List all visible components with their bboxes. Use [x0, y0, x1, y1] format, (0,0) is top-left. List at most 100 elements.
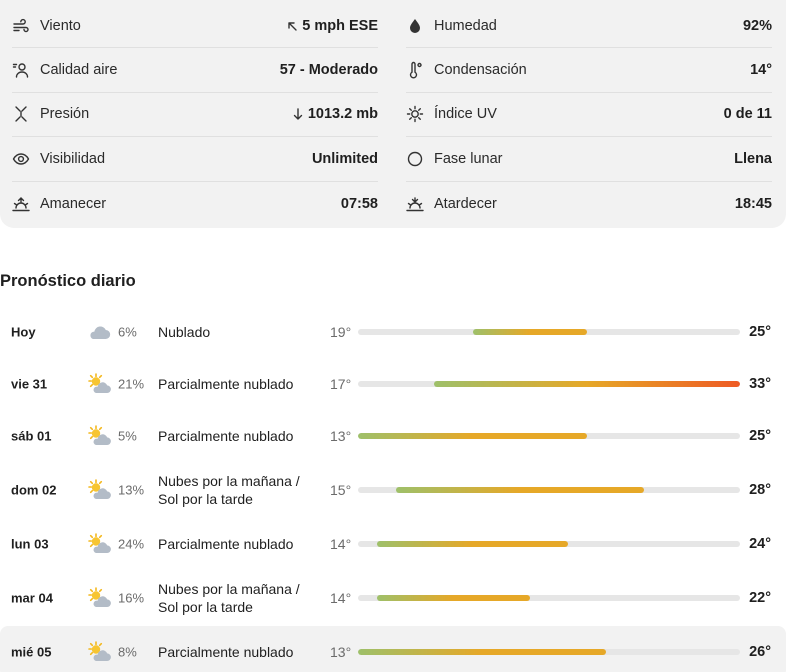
forecast-row[interactable]: dom 02 13% Nubes por la mañana / Sol por l…	[0, 462, 786, 518]
forecast-condition: Parcialmente nublado	[158, 428, 294, 444]
detail-value-text: Unlimited	[311, 150, 378, 167]
detail-row: Índice UV 0 de 11	[406, 93, 772, 138]
forecast-condition: Parcialmente nublado	[158, 644, 294, 660]
detail-value: Unlimited	[312, 151, 378, 167]
detail-value-text: 1013.2 mb	[307, 106, 378, 123]
temp-range-track	[358, 381, 740, 387]
temp-range-track	[358, 541, 740, 547]
detail-value: 57 - Moderado	[280, 62, 378, 78]
detail-label: Atardecer	[434, 195, 497, 212]
detail-value-text: 07:58	[340, 195, 378, 212]
weather-details-card: Viento 5 mph ESE Calidad aire 57 - Moderado…	[0, 0, 786, 228]
precip-probability: 8%	[118, 644, 137, 660]
detail-value: Llena	[734, 151, 772, 167]
forecast-day: sáb 01	[11, 428, 52, 444]
detail-value: 5 mph ESE	[286, 18, 378, 34]
cloud-icon	[86, 320, 112, 344]
temp-high: 24°	[749, 536, 771, 552]
arrow-up-left-icon	[286, 20, 298, 32]
forecast-day: mié 05	[11, 644, 52, 660]
forecast-condition: Nubes por la mañana / Sol por la tarde	[158, 581, 300, 615]
detail-value-text: Llena	[734, 150, 772, 167]
temp-range-track	[358, 649, 740, 655]
temp-range-track	[358, 595, 740, 601]
temp-range-bar	[377, 541, 569, 547]
temp-high: 33°	[749, 376, 771, 392]
forecast-condition: Parcialmente nublado	[158, 376, 294, 392]
partly-cloudy-icon	[86, 478, 112, 502]
eye-icon	[12, 149, 34, 169]
detail-row: Atardecer 18:45	[406, 182, 772, 226]
temp-range-track	[358, 487, 740, 493]
forecast-day: mar 04	[11, 590, 53, 606]
temp-range-bar	[358, 433, 588, 439]
detail-value: 0 de 11	[724, 106, 772, 122]
detail-value: 92%	[743, 18, 772, 34]
details-column-right: Humedad 92% Condensación 14° Índice UV 0 de 1…	[406, 4, 772, 226]
temp-high: 25°	[749, 324, 771, 340]
forecast-condition: Nublado	[158, 324, 211, 340]
detail-value: 1013.2 mb	[292, 106, 378, 122]
partly-cloudy-icon	[86, 532, 112, 556]
precip-probability: 16%	[118, 590, 145, 606]
forecast-row[interactable]: mié 05 8% Parcialmente nublado 13° 26°	[0, 626, 786, 672]
sunrise-icon	[12, 194, 34, 214]
precip-probability: 24%	[118, 536, 145, 552]
forecast-row[interactable]: vie 31 21% Parcialmente nublado 17° 33°	[0, 358, 786, 410]
temp-range-bar	[396, 487, 645, 493]
sun-outline-icon	[406, 104, 428, 124]
temp-low: 15°	[330, 482, 352, 498]
forecast-row[interactable]: lun 03 24% Parcialmente nublado 14° 24°	[0, 518, 786, 570]
forecast-row[interactable]: sáb 01 5% Parcialmente nublado 13° 25°	[0, 410, 786, 462]
forecast-day: Hoy	[11, 324, 36, 340]
detail-value-text: 57 - Moderado	[279, 62, 378, 79]
partly-cloudy-icon	[86, 586, 112, 610]
detail-row: Amanecer 07:58	[12, 182, 378, 226]
temp-high: 26°	[749, 644, 771, 660]
forecast-condition: Parcialmente nublado	[158, 536, 294, 552]
temp-high: 28°	[749, 482, 771, 498]
detail-value: 07:58	[341, 196, 378, 212]
precip-probability: 21%	[118, 376, 145, 392]
temp-high: 25°	[749, 428, 771, 444]
sunset-icon	[406, 194, 428, 214]
detail-label: Amanecer	[40, 195, 107, 212]
temp-range-bar	[434, 381, 740, 387]
detail-row: Visibilidad Unlimited	[12, 137, 378, 182]
precip-probability: 6%	[118, 324, 137, 340]
forecast-row[interactable]: Hoy 6% Nublado 19° 25°	[0, 306, 786, 358]
temp-low: 14°	[330, 536, 352, 552]
temp-range-bar	[472, 329, 588, 335]
detail-value: 18:45	[735, 196, 772, 212]
temp-low: 13°	[330, 644, 352, 660]
forecast-row[interactable]: mar 04 16% Nubes por la mañana / Sol por l…	[0, 570, 786, 626]
forecast-day: dom 02	[11, 482, 57, 498]
detail-row: Presión 1013.2 mb	[12, 93, 378, 138]
detail-label: Visibilidad	[40, 150, 106, 167]
precip-probability: 5%	[118, 428, 137, 444]
details-column-left: Viento 5 mph ESE Calidad aire 57 - Moderado…	[12, 4, 378, 226]
temp-range-track	[358, 433, 740, 439]
temp-low: 14°	[330, 590, 352, 606]
detail-label: Índice UV	[434, 106, 497, 123]
daily-forecast-list: Hoy 6% Nublado 19° 25° vie 31 21% Parcialmente …	[0, 306, 786, 672]
detail-label: Fase lunar	[434, 150, 503, 167]
temp-range-track	[358, 329, 740, 335]
drop-icon	[406, 16, 428, 36]
detail-value-text: 14°	[750, 62, 772, 79]
forecast-day: lun 03	[11, 536, 49, 552]
detail-value-text: 92%	[742, 17, 772, 34]
person-air-icon	[12, 60, 34, 80]
temp-range-bar	[377, 595, 530, 601]
dewpoint-icon	[406, 60, 428, 80]
detail-value: 14°	[750, 62, 772, 78]
temp-low: 17°	[330, 376, 352, 392]
forecast-condition: Nubes por la mañana / Sol por la tarde	[158, 473, 300, 507]
detail-row: Fase lunar Llena	[406, 137, 772, 182]
precip-probability: 13%	[118, 482, 145, 498]
temp-low: 19°	[330, 324, 352, 340]
detail-label: Condensación	[434, 62, 527, 79]
temp-range-bar	[358, 649, 607, 655]
detail-row: Calidad aire 57 - Moderado	[12, 48, 378, 93]
temp-low: 13°	[330, 428, 352, 444]
